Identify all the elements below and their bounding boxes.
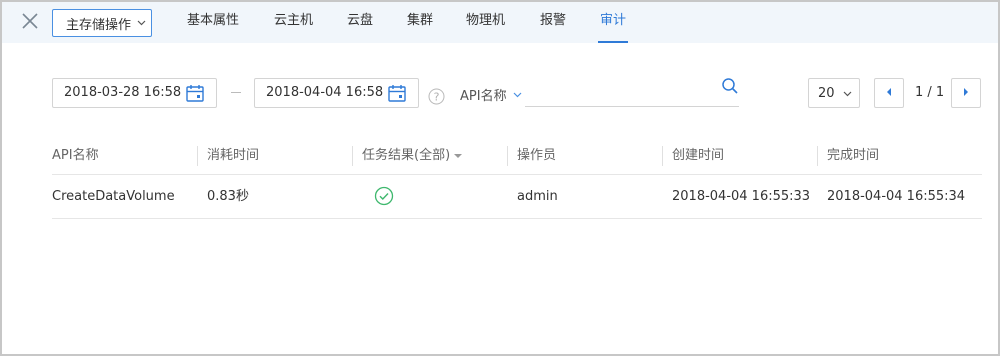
calendar-icon[interactable]	[185, 83, 205, 103]
column-divider	[817, 146, 818, 166]
column-header-result-filter[interactable]: 任务结果(全部)	[362, 146, 463, 166]
dialog-frame	[0, 0, 1000, 356]
end-date-field[interactable]: 2018-04-04 16:58	[254, 78, 419, 108]
date-range-separator	[231, 92, 241, 93]
primary-storage-actions-label: 主存储操作	[66, 17, 132, 33]
cell-operator: admin	[517, 189, 558, 204]
help-icon[interactable]: ?	[428, 88, 445, 105]
column-header-finished: 完成时间	[827, 148, 880, 163]
check-circle-icon	[374, 186, 394, 206]
search-field-label: API名称	[460, 88, 507, 104]
column-header-created: 创建时间	[672, 148, 725, 163]
table-row-divider	[52, 218, 982, 219]
tab-audit[interactable]: 审计	[597, 2, 629, 43]
column-header-result-label: 任务结果(全部)	[362, 148, 451, 163]
table-header-divider	[52, 174, 982, 175]
chevron-down-icon	[843, 86, 852, 101]
top-nav-bar: 主存储操作 基本属性 云主机 云盘 集群 物理机 报警 审计	[2, 2, 998, 43]
search-icon[interactable]	[721, 77, 739, 95]
search-input[interactable]	[525, 76, 705, 104]
cell-finished: 2018-04-04 16:55:34	[827, 189, 966, 204]
cell-duration: 0.83秒	[207, 189, 249, 204]
tab-clusters[interactable]: 集群	[407, 2, 433, 43]
column-divider	[507, 146, 508, 166]
next-page-icon	[962, 86, 970, 101]
end-date-value: 2018-04-04 16:58	[266, 85, 384, 100]
cell-api-name: CreateDataVolume	[52, 189, 175, 204]
prev-page-icon	[885, 86, 893, 101]
page-size-value: 20	[818, 85, 835, 101]
tab-hosts[interactable]: 物理机	[466, 2, 505, 43]
page-size-select[interactable]: 20	[808, 78, 860, 108]
chevron-down-icon	[137, 20, 146, 26]
start-date-value: 2018-03-28 16:58	[64, 85, 182, 100]
caret-down-icon	[454, 148, 463, 163]
column-header-duration: 消耗时间	[207, 148, 260, 163]
next-page-button[interactable]	[951, 78, 981, 108]
column-divider	[197, 146, 198, 166]
calendar-icon[interactable]	[387, 83, 407, 103]
column-header-api-name: API名称	[52, 148, 99, 163]
primary-storage-actions-button[interactable]: 主存储操作	[52, 9, 152, 37]
search-field-select[interactable]: API名称	[460, 84, 522, 104]
tab-vm-instances[interactable]: 云主机	[274, 2, 313, 43]
page-indicator: 1 / 1	[915, 85, 945, 100]
prev-page-button[interactable]	[874, 78, 904, 108]
column-divider	[662, 146, 663, 166]
svg-text:?: ?	[434, 91, 440, 104]
chevron-down-icon	[513, 87, 522, 102]
column-header-operator: 操作员	[517, 148, 557, 163]
tab-alarms[interactable]: 报警	[540, 2, 566, 43]
close-icon[interactable]	[20, 11, 40, 31]
search-box	[525, 76, 739, 107]
cell-created: 2018-04-04 16:55:33	[672, 189, 811, 204]
column-divider	[352, 146, 353, 166]
tab-basic-properties[interactable]: 基本属性	[187, 2, 239, 43]
start-date-field[interactable]: 2018-03-28 16:58	[52, 78, 217, 108]
tab-volumes[interactable]: 云盘	[347, 2, 373, 43]
